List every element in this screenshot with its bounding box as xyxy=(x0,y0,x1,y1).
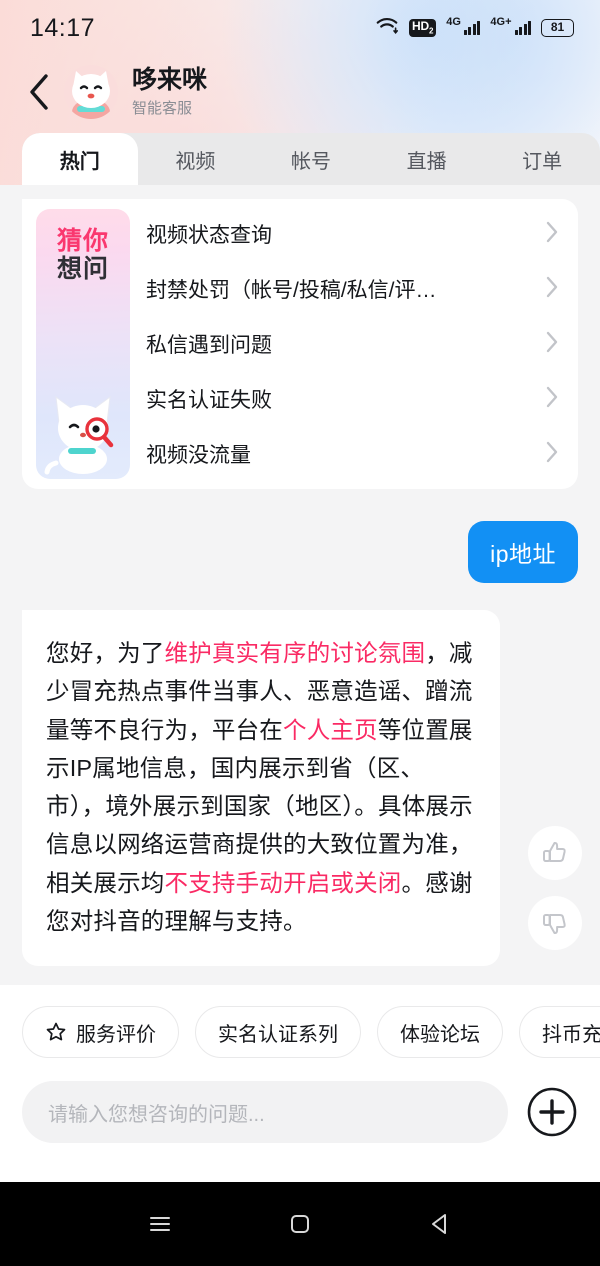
wifi-icon xyxy=(375,16,399,41)
quick-reply-chip[interactable]: 体验论坛 xyxy=(377,1006,503,1058)
tab-label: 直播 xyxy=(406,150,447,173)
guess-list-item[interactable]: 视频没流量 xyxy=(146,427,560,482)
cat-magnifier-mascot xyxy=(42,387,126,475)
star-icon xyxy=(45,1021,67,1043)
guess-list-item[interactable]: 视频状态查询 xyxy=(146,207,560,262)
composer-row: 请输入您想咨询的问题... xyxy=(0,1075,600,1149)
signal-4g-plus-icon: 4G+ xyxy=(490,17,531,35)
category-tabs: 热门 视频 帐号 直播 订单 xyxy=(22,133,600,185)
chevron-right-icon xyxy=(544,438,560,471)
bot-message-bubble: 您好，为了维护真实有序的讨论氛围，减少冒充热点事件当事人、恶意造谣、蹭流量等不良… xyxy=(22,610,500,967)
guess-you-want-to-ask-card: 猜你 想问 视频状态查询 封禁处罚（帐号/投稿/私信/评… 私信遇到问题 实名认… xyxy=(22,199,578,489)
quick-reply-chip[interactable]: 实名认证系列 xyxy=(195,1006,361,1058)
tab-label: 帐号 xyxy=(290,150,331,173)
tab-4[interactable]: 订单 xyxy=(484,133,600,185)
quick-reply-chips: 服务评价 实名认证系列 体验论坛 抖币充值 xyxy=(0,1004,600,1060)
guess-item-list: 视频状态查询封禁处罚（帐号/投稿/私信/评… 私信遇到问题 实名认证失败 视频没流量 xyxy=(130,199,578,489)
quick-reply-chip-label: 服务评价 xyxy=(76,1023,156,1046)
header-nav-row: 哆来咪 智能客服 xyxy=(0,56,600,128)
tab-2[interactable]: 帐号 xyxy=(253,133,369,185)
status-bar-clock: 14:17 xyxy=(30,13,96,42)
tab-label: 订单 xyxy=(522,150,563,173)
tab-label: 视频 xyxy=(175,150,216,173)
chevron-right-icon xyxy=(544,328,560,361)
quick-reply-chip-label: 抖币充值 xyxy=(542,1023,600,1046)
bot-text-highlight: 个人主页 xyxy=(283,716,378,743)
page-subtitle: 智能客服 xyxy=(132,100,193,118)
guess-list-item-label: 视频状态查询 xyxy=(146,224,272,247)
thumbs-up-icon[interactable] xyxy=(528,826,582,880)
square-icon[interactable] xyxy=(280,1204,320,1244)
guess-list-item-label: 视频没流量 xyxy=(146,444,251,467)
guess-badge-panel: 猜你 想问 xyxy=(36,209,130,479)
guess-badge-line2: 想问 xyxy=(56,255,109,283)
chevron-right-icon xyxy=(544,383,560,416)
message-input[interactable]: 请输入您想咨询的问题... xyxy=(22,1081,508,1143)
page-title: 哆来咪 xyxy=(132,65,208,94)
plus-circle-icon[interactable] xyxy=(526,1086,578,1138)
android-navigation-bar xyxy=(0,1182,600,1266)
thumbs-down-icon[interactable] xyxy=(528,896,582,950)
signal-4g-icon: 4G xyxy=(446,17,481,35)
tab-1[interactable]: 视频 xyxy=(138,133,254,185)
status-bar: 14:17 HD2 4G 4G+ 81 xyxy=(0,0,600,56)
bot-text-highlight: 维护真实有序的讨论氛围 xyxy=(164,640,426,666)
quick-reply-chip-label: 体验论坛 xyxy=(400,1023,480,1046)
chat-scroll-area[interactable]: 猜你 想问 视频状态查询 封禁处罚（帐号/投稿/私信/评… 私信遇到问题 实名认… xyxy=(0,185,600,985)
bot-text-highlight: 不支持手动开启或关闭 xyxy=(164,869,402,896)
menu-icon[interactable] xyxy=(140,1204,180,1244)
guess-list-item[interactable]: 私信遇到问题 xyxy=(146,317,560,372)
chevron-right-icon xyxy=(544,273,560,306)
composer-footer: 服务评价 实名认证系列 体验论坛 抖币充值 请输入您想咨询的问题... xyxy=(0,985,600,1182)
quick-reply-chip-label: 实名认证系列 xyxy=(218,1023,338,1046)
hd-voice-badge: HD2 xyxy=(409,18,437,38)
quick-reply-chip[interactable]: 服务评价 xyxy=(22,1006,179,1058)
quick-reply-chip[interactable]: 抖币充值 xyxy=(519,1006,600,1058)
tab-0[interactable]: 热门 xyxy=(22,133,138,185)
header-title-block: 哆来咪 智能客服 xyxy=(132,66,207,119)
back-chevron-icon[interactable] xyxy=(20,72,60,112)
chevron-right-icon xyxy=(544,218,560,251)
guess-list-item[interactable]: 实名认证失败 xyxy=(146,372,560,427)
guess-list-item-label: 实名认证失败 xyxy=(146,389,272,412)
guess-list-item[interactable]: 封禁处罚（帐号/投稿/私信/评… xyxy=(146,262,560,317)
cat-avatar[interactable] xyxy=(64,65,118,119)
guess-list-item-label: 封禁处罚（帐号/投稿/私信/评… xyxy=(146,279,437,302)
user-message-bubble: ip地址 xyxy=(468,521,578,583)
battery-indicator: 81 xyxy=(541,19,574,37)
status-bar-icons: HD2 4G 4G+ 81 xyxy=(375,16,574,41)
guess-badge-line1: 猜你 xyxy=(56,227,109,255)
triangle-back-icon[interactable] xyxy=(420,1204,460,1244)
guess-list-item-label: 私信遇到问题 xyxy=(146,334,272,357)
bot-text-segment: 您好，为了 xyxy=(46,640,165,666)
tab-label: 热门 xyxy=(59,150,100,173)
tab-3[interactable]: 直播 xyxy=(369,133,485,185)
